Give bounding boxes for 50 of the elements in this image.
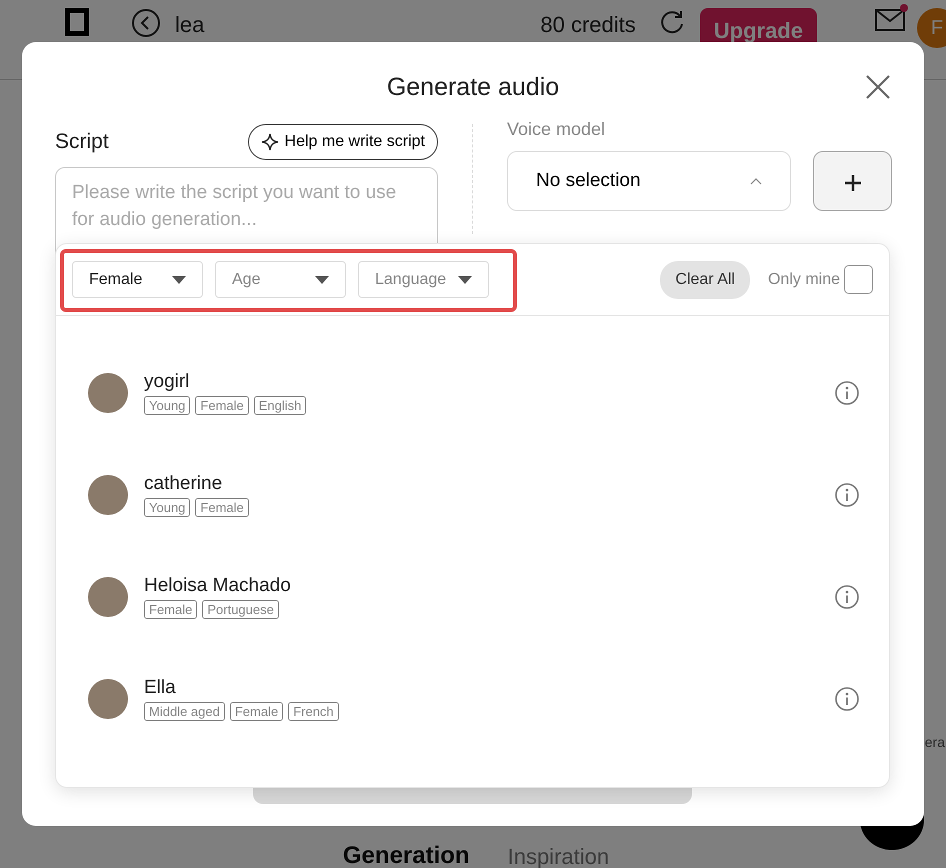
dialog-title: Generate audio — [386, 72, 560, 102]
info-button[interactable] — [835, 584, 859, 610]
field-label: Voice model — [507, 118, 606, 141]
voice-tag: Young — [144, 396, 190, 416]
filter-dropdown[interactable]: Language — [358, 261, 489, 298]
info-button[interactable] — [835, 482, 859, 508]
voice-name: Heloisa Machado — [144, 574, 291, 598]
caret-icon — [750, 177, 762, 185]
help-write-button[interactable]: Help me write script — [248, 124, 438, 160]
info-icon — [835, 380, 859, 405]
caret-down-icon — [458, 276, 472, 284]
field-label: Script — [55, 129, 109, 156]
plus-icon — [844, 174, 860, 191]
avatar-placeholder — [88, 475, 128, 515]
avatar-placeholder — [88, 373, 128, 413]
filter-dropdown[interactable]: Age — [215, 261, 346, 298]
info-button[interactable] — [835, 686, 859, 712]
credits-count: 80 credits — [540, 11, 636, 39]
info-icon — [835, 584, 859, 609]
sparkle-icon — [260, 133, 279, 151]
cut-text: era — [924, 733, 945, 752]
info-icon — [835, 686, 859, 711]
filter-dropdown[interactable]: Female — [72, 261, 203, 298]
voice-name: yogirl — [144, 370, 190, 394]
voice-tag: French — [288, 702, 339, 722]
voice-name: Ella — [144, 676, 177, 700]
close-icon — [865, 74, 891, 100]
info-button[interactable] — [835, 380, 859, 406]
voice-tag: English — [254, 396, 306, 416]
only-mine-checkbox[interactable] — [844, 265, 873, 294]
voice-name: catherine — [144, 472, 224, 496]
project-name: lea — [175, 11, 204, 39]
close-button[interactable] — [865, 74, 891, 100]
info-icon — [835, 482, 859, 507]
logo-icon[interactable] — [65, 8, 89, 36]
avatar-placeholder — [88, 679, 128, 719]
checkbox-label: Only mine — [768, 270, 840, 290]
voice-tag: Middle aged — [144, 702, 225, 722]
mail-icon[interactable] — [875, 8, 905, 31]
voice-tag: Female — [144, 600, 198, 620]
voice-model-select[interactable]: No selection — [507, 151, 791, 211]
voice-tag: Female — [195, 396, 249, 416]
voice-tag: Female — [195, 498, 249, 518]
back-icon[interactable] — [131, 8, 161, 38]
voice-tag: Young — [144, 498, 190, 518]
avatar-placeholder — [88, 577, 128, 617]
voice-tag: Portuguese — [202, 600, 279, 620]
voice-tag: Female — [230, 702, 284, 722]
tab[interactable]: Generation — [342, 844, 470, 868]
clear-all-button[interactable]: Clear All — [660, 260, 750, 298]
